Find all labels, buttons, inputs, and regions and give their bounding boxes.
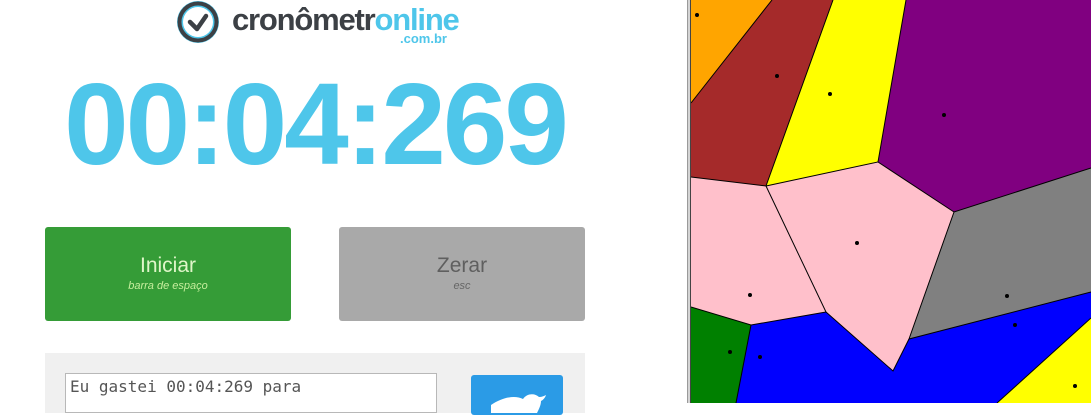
site-logo[interactable]: cronômetronline .com.br [172, 0, 472, 52]
stopwatch-panel: cronômetronline .com.br 00:04:269 Inicia… [0, 0, 687, 415]
tweet-button[interactable] [471, 375, 563, 415]
share-textarea[interactable]: Eu gastei 00:04:269 para [65, 373, 437, 413]
voronoi-site [775, 74, 779, 78]
voronoi-site [1013, 323, 1017, 327]
voronoi-site [1005, 294, 1009, 298]
voronoi-site [855, 241, 859, 245]
start-button-label: Iniciar [139, 254, 197, 277]
voronoi-site [1073, 384, 1077, 388]
voronoi-site [758, 355, 762, 359]
voronoi-canvas[interactable] [691, 0, 1091, 403]
twitter-bird-icon [491, 394, 546, 413]
start-button-hint: barra de espaço [128, 280, 208, 292]
voronoi-site [828, 92, 832, 96]
voronoi-site [728, 350, 732, 354]
reset-button-hint: esc [453, 280, 471, 292]
voronoi-site [942, 113, 946, 117]
clock-icon [177, 1, 219, 43]
logo-domain: .com.br [400, 31, 447, 46]
voronoi-site [748, 293, 752, 297]
timer-display: 00:04:269 [64, 59, 569, 189]
start-button[interactable]: Iniciar barra de espaço [45, 227, 291, 321]
voronoi-site [695, 13, 699, 17]
share-box: Eu gastei 00:04:269 para [45, 353, 585, 415]
logo-word-main: cronômetr [232, 2, 376, 37]
reset-button-label: Zerar [436, 254, 488, 277]
reset-button[interactable]: Zerar esc [339, 227, 585, 321]
